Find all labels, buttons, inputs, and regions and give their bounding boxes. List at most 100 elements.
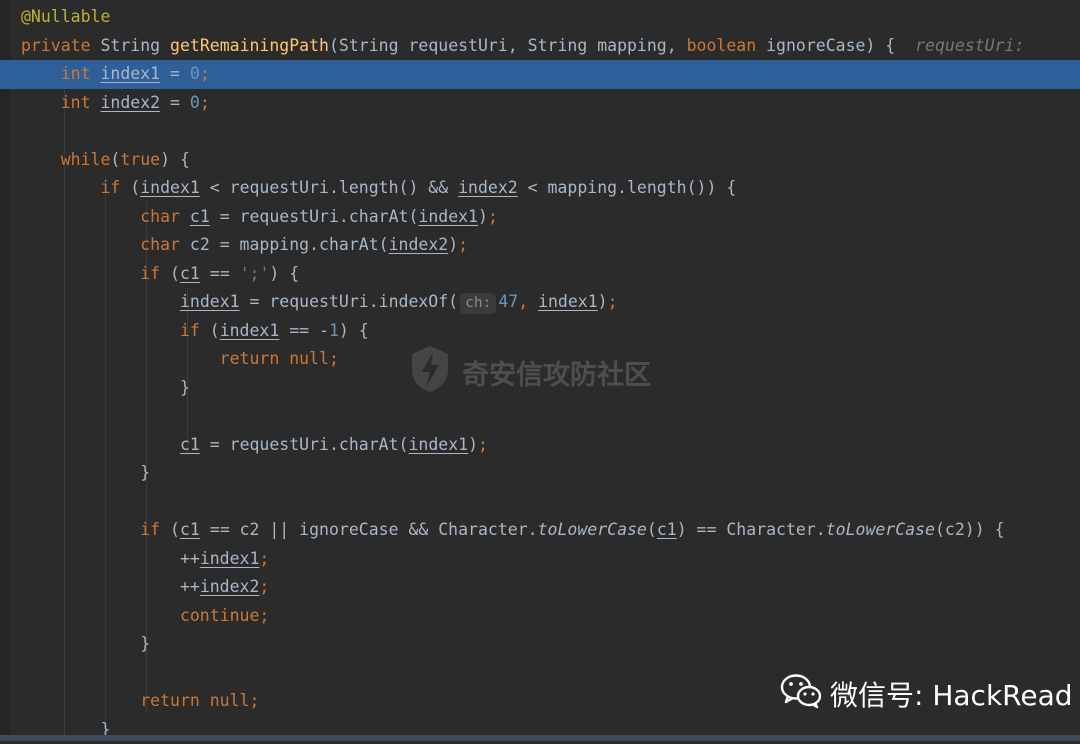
parameter-hint: ch: xyxy=(460,293,496,314)
code-line[interactable]: } xyxy=(0,630,1080,659)
code-text: if ( c1 == c2 || ignoreCase && Character.… xyxy=(21,516,1005,545)
code-text: ++index1; xyxy=(21,545,269,574)
code-text: c1 = requestUri.charAt(index1); xyxy=(21,431,488,460)
code-line[interactable]: } xyxy=(0,374,1080,403)
code-token: index2 xyxy=(200,577,260,596)
code-token: ; xyxy=(200,64,210,83)
code-text: return null; xyxy=(21,687,259,716)
code-token: 1 xyxy=(329,321,339,340)
wechat-icon xyxy=(780,673,822,716)
code-token: ( xyxy=(170,264,180,283)
code-token: ; xyxy=(259,549,269,568)
code-token: ; xyxy=(259,577,269,596)
code-token: int xyxy=(21,64,100,83)
code-line[interactable]: if (index1 < requestUri.length() && inde… xyxy=(0,174,1080,203)
code-token: String xyxy=(100,36,170,55)
code-token: true xyxy=(120,150,160,169)
code-line[interactable]: index1 = requestUri.indexOf(ch:47, index… xyxy=(0,288,1080,317)
code-text: } xyxy=(21,459,150,488)
code-text: while(true) { xyxy=(21,146,190,175)
code-token: 47 xyxy=(498,292,518,311)
code-text: if (c1 == ';') { xyxy=(21,260,299,289)
code-text: int index2 = 0; xyxy=(21,89,210,118)
code-line[interactable]: int index2 = 0; xyxy=(0,89,1080,118)
code-line[interactable]: } xyxy=(0,459,1080,488)
code-line[interactable]: continue; xyxy=(0,602,1080,631)
code-token: ) { xyxy=(339,321,369,340)
code-token: ignoreCase) { xyxy=(766,36,915,55)
code-token: while xyxy=(21,150,110,169)
code-line[interactable]: while(true) { xyxy=(0,146,1080,175)
code-token: toLowerCase xyxy=(538,520,647,539)
code-line[interactable]: char c1 = requestUri.charAt(index1); xyxy=(0,203,1080,232)
code-editor[interactable]: @Nullableprivate String getRemainingPath… xyxy=(0,0,1080,741)
code-token: == xyxy=(200,264,240,283)
code-token: ; xyxy=(249,691,259,710)
code-token: 0 xyxy=(190,64,200,83)
code-token: c1 xyxy=(190,207,210,226)
code-token: == c2 || ignoreCase && Character. xyxy=(200,520,538,539)
code-token: ++ xyxy=(21,577,200,596)
code-token: } xyxy=(21,378,190,397)
code-token xyxy=(21,435,180,454)
code-token: } xyxy=(21,634,150,653)
code-token: toLowerCase xyxy=(826,520,935,539)
code-token: ) { xyxy=(269,264,299,283)
code-token: ) == Character. xyxy=(677,520,826,539)
code-token: if xyxy=(21,264,170,283)
code-token: c1 xyxy=(180,435,200,454)
code-token: requestUri: xyxy=(915,36,1034,55)
code-token: boolean xyxy=(687,36,766,55)
code-text: @Nullable xyxy=(21,3,110,32)
code-token: index2 xyxy=(100,93,160,112)
code-token: ( xyxy=(647,520,657,539)
code-token: ; xyxy=(608,292,618,311)
code-token: if xyxy=(21,520,170,539)
code-line[interactable]: c1 = requestUri.charAt(index1); xyxy=(0,431,1080,460)
code-token: c1 xyxy=(180,520,200,539)
code-text: char c2 = mapping.charAt(index2); xyxy=(21,231,468,260)
code-token: = requestUri.charAt( xyxy=(210,207,419,226)
code-token: char xyxy=(21,207,190,226)
code-token: 0 xyxy=(190,93,200,112)
horizontal-scrollbar[interactable] xyxy=(0,735,1080,741)
code-text: } xyxy=(21,630,150,659)
code-token: if xyxy=(21,321,210,340)
code-token: index1 xyxy=(538,292,598,311)
code-token: , xyxy=(518,292,538,311)
code-text: char c1 = requestUri.charAt(index1); xyxy=(21,203,498,232)
code-line[interactable]: return null; xyxy=(0,345,1080,374)
code-token xyxy=(21,292,180,311)
code-line[interactable]: char c2 = mapping.charAt(index2); xyxy=(0,231,1080,260)
code-text: return null; xyxy=(21,345,339,374)
code-line[interactable]: if (index1 == -1) { xyxy=(0,317,1080,346)
code-line[interactable]: @Nullable xyxy=(0,3,1080,32)
wechat-account-text: 微信号: HackRead xyxy=(830,674,1073,714)
code-line[interactable]: if ( c1 == c2 || ignoreCase && Character.… xyxy=(0,516,1080,545)
code-token: ; xyxy=(478,435,488,454)
code-line[interactable]: private String getRemainingPath(String r… xyxy=(0,32,1080,61)
code-token: ) xyxy=(448,235,458,254)
code-line[interactable] xyxy=(0,117,1080,146)
code-line[interactable]: if (c1 == ';') { xyxy=(0,260,1080,289)
code-token: char xyxy=(21,235,190,254)
code-token: int xyxy=(21,93,100,112)
code-token: index1 xyxy=(180,292,240,311)
code-token: (String requestUri, String mapping, xyxy=(329,36,687,55)
code-line[interactable]: ++index2; xyxy=(0,573,1080,602)
code-token: c1 xyxy=(180,264,200,283)
code-text: private String getRemainingPath(String r… xyxy=(21,32,1034,61)
code-token: = xyxy=(160,93,190,112)
code-line[interactable] xyxy=(0,488,1080,517)
code-line-current[interactable]: int index1 = 0; xyxy=(0,60,1080,89)
code-token: (c2)) { xyxy=(935,520,1005,539)
code-line[interactable] xyxy=(0,402,1080,431)
code-token: ) { xyxy=(160,150,190,169)
code-line[interactable]: ++index1; xyxy=(0,545,1080,574)
code-token: getRemainingPath xyxy=(170,36,329,55)
code-token: index2 xyxy=(458,178,518,197)
code-token: index2 xyxy=(389,235,449,254)
code-token: ) xyxy=(468,435,478,454)
code-text: int index1 = 0; xyxy=(21,60,210,89)
code-token: < mapping.length()) { xyxy=(518,178,737,197)
